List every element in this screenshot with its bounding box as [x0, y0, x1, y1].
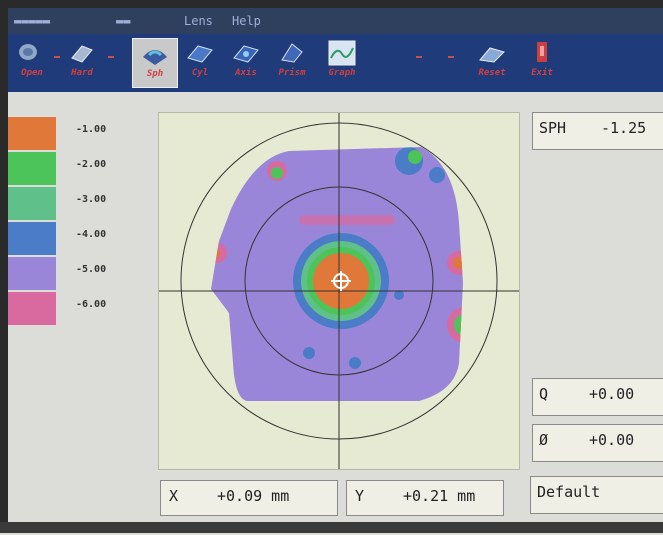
power-map-panel[interactable]	[158, 112, 520, 470]
x-coordinate-readout: X +0.09 mm	[160, 480, 338, 516]
legend-label: -5.00	[76, 264, 107, 275]
legend-swatch	[8, 222, 56, 255]
menu-item-edit[interactable]: ▬▬	[116, 14, 130, 28]
legend-label: -6.00	[76, 299, 107, 310]
prism-button[interactable]: Prism	[270, 38, 314, 86]
q-readout: Q +0.00	[532, 378, 663, 416]
legend-swatch	[8, 187, 56, 220]
y-label: Y	[355, 487, 365, 505]
legend-label: -1.00	[76, 124, 107, 135]
axis-map-icon	[233, 45, 259, 63]
profile-select[interactable]: Default	[530, 476, 663, 514]
toolbar: Open Hard Sph Cyl Axis Prism Graph Reset…	[8, 34, 663, 92]
toolbar-separator	[108, 56, 114, 58]
q-value: +0.00	[589, 385, 635, 403]
exit-button[interactable]: Exit	[520, 38, 564, 86]
legend-label: -3.00	[76, 194, 107, 205]
toolbar-separator	[448, 56, 454, 58]
monitor-bezel-left	[0, 0, 8, 533]
sph-label: SPH	[539, 119, 567, 137]
phi-readout: Ø +0.00	[532, 424, 663, 462]
y-coordinate-readout: Y +0.21 mm	[346, 480, 504, 516]
cyl-button[interactable]: Cyl	[178, 38, 222, 86]
open-icon	[19, 44, 37, 60]
legend-label: -2.00	[76, 159, 107, 170]
monitor-bezel-bottom	[0, 522, 663, 533]
legend-swatch	[8, 117, 56, 150]
sph-value: -1.25	[601, 119, 647, 137]
x-label: X	[169, 487, 179, 505]
phi-label: Ø	[539, 431, 549, 449]
toolbar-separator	[416, 56, 422, 58]
hard-lens-icon	[71, 45, 93, 63]
legend-swatch	[8, 257, 56, 290]
graph-button[interactable]: Graph	[320, 38, 364, 86]
menu-item-help[interactable]: Help	[232, 14, 261, 28]
monitor-bezel-top	[0, 0, 663, 8]
sphere-map-icon	[143, 50, 167, 65]
prism-map-icon	[281, 43, 303, 63]
legend-swatch	[8, 152, 56, 185]
cylinder-map-icon	[187, 45, 213, 63]
menu-bar: ▬▬▬▬▬ ▬▬ Lens Help	[8, 8, 663, 34]
reset-button[interactable]: Reset	[470, 38, 514, 86]
x-value: +0.09 mm	[217, 487, 290, 505]
exit-icon	[537, 42, 547, 62]
profile-value: Default	[537, 483, 601, 501]
sph-readout: SPH -1.25	[532, 112, 663, 150]
legend-swatch	[8, 292, 56, 325]
legend-label: -4.00	[76, 229, 107, 240]
graph-icon	[328, 40, 356, 66]
axis-button[interactable]: Axis	[224, 38, 268, 86]
sph-button[interactable]: Sph	[132, 38, 178, 88]
hard-button[interactable]: Hard	[60, 38, 104, 86]
power-map	[159, 113, 519, 469]
menu-item-file[interactable]: ▬▬▬▬▬	[14, 14, 50, 28]
open-button[interactable]: Open	[10, 38, 54, 86]
y-value: +0.21 mm	[403, 487, 476, 505]
phi-value: +0.00	[589, 431, 635, 449]
reset-lens-icon	[479, 47, 505, 63]
menu-item-lens[interactable]: Lens	[184, 14, 213, 28]
q-label: Q	[539, 385, 549, 403]
